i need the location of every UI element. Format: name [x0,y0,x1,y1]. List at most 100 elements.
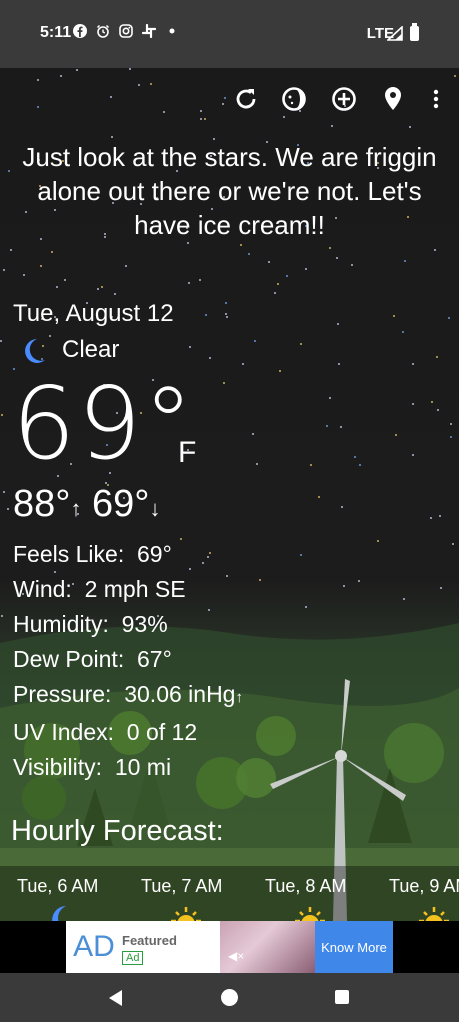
star [163,111,165,113]
star [56,286,58,288]
alarm-icon [95,24,111,41]
star [37,79,39,81]
star [412,403,414,405]
star [310,464,312,466]
star [329,247,331,249]
detail-pressure: Pressure: 30.06 inHg↑ [13,681,243,707]
detail-wind: Wind: 2 mph SE [13,576,186,602]
sun-icon [168,904,204,921]
star [277,283,279,285]
star [101,286,103,288]
star [434,249,436,251]
star [437,409,439,411]
detail-visibility: Visibility: 10 mi [13,754,172,780]
star [340,426,342,428]
star [402,331,404,333]
star [3,269,5,271]
ad-banner[interactable]: AD Featured Ad ◀× Know More [66,921,393,973]
add-location-icon[interactable] [330,85,358,113]
star [225,302,227,304]
sun-icon [416,904,452,921]
recents-button[interactable] [335,990,349,1004]
sun-icon [292,904,328,921]
status-bar: 5:11 LTE [0,0,459,68]
star [204,118,206,120]
star [10,249,12,251]
ad-tag: Ad [122,951,144,965]
dot-icon [164,24,180,41]
star [76,69,78,71]
theme-icon[interactable] [280,85,308,113]
more-options-icon[interactable] [422,85,450,113]
star [205,314,207,316]
star [305,268,307,270]
star [403,598,405,600]
detail-uv-index: UV Index: 0 of 12 [13,719,198,745]
star [23,274,25,276]
detail-feels-like: Feels Like: 69° [13,541,172,567]
hourly-forecast-strip[interactable]: Tue, 6 AM Tue, 7 AM Tue, 8 AM Tue, 9 AM [0,866,459,921]
star [223,382,225,384]
star [329,397,331,399]
hourly-forecast-title: Hourly Forecast: [11,815,224,847]
star [431,401,433,403]
star [129,68,131,70]
star [338,363,340,365]
star [226,316,228,318]
star [0,340,2,342]
star [209,357,211,359]
location-pin-icon[interactable] [379,85,407,113]
current-condition: Clear [62,336,120,363]
know-more-button[interactable]: Know More [315,921,393,973]
detail-dew-point: Dew Point: 67° [13,646,172,672]
star [189,346,191,348]
hourly-time: Tue, 6 AM [17,876,99,896]
back-button[interactable] [109,990,122,1006]
high-temp: 88° [13,483,71,525]
star [343,585,345,587]
star [3,491,5,493]
star [274,292,276,294]
star [97,288,99,290]
star [1,414,3,416]
ad-logo: AD [73,930,115,963]
star [286,275,288,277]
refresh-icon[interactable] [232,85,260,113]
star [450,436,452,438]
status-time: 5:11 [40,24,72,41]
pressure-rising-icon: ↑ [235,689,243,706]
notification-icons [72,23,180,41]
star [200,118,202,120]
star [300,554,302,556]
star [64,279,66,281]
mute-icon[interactable]: ◀× [228,949,244,963]
battery-icon [410,23,419,41]
ad-banner-bar: AD Featured Ad ◀× Know More [0,921,459,973]
star [49,335,51,337]
star [259,579,261,581]
star [125,265,127,267]
ad-featured-label: Featured [122,933,177,948]
high-low-temps: 88°↑ 69°↓ [13,483,161,526]
star [404,260,406,262]
star [440,587,442,589]
weather-quote: Just look at the stars. We are friggin a… [22,142,437,240]
star [279,370,281,372]
star [412,363,414,365]
ad-video-thumbnail[interactable]: ◀× [220,921,315,973]
star [268,261,270,263]
arrow-down-icon: ↓ [149,496,161,521]
hourly-time: Tue, 8 AM [265,876,347,896]
star [283,116,285,118]
instagram-icon [118,24,134,41]
star [256,463,258,465]
star [354,456,356,458]
star [40,265,42,267]
home-button[interactable] [221,989,238,1006]
star [199,279,201,281]
signal-icon [385,25,403,46]
system-nav-bar [0,973,459,1022]
star [337,323,339,325]
star [225,313,227,315]
hourly-time: Tue, 9 AM [389,876,459,896]
